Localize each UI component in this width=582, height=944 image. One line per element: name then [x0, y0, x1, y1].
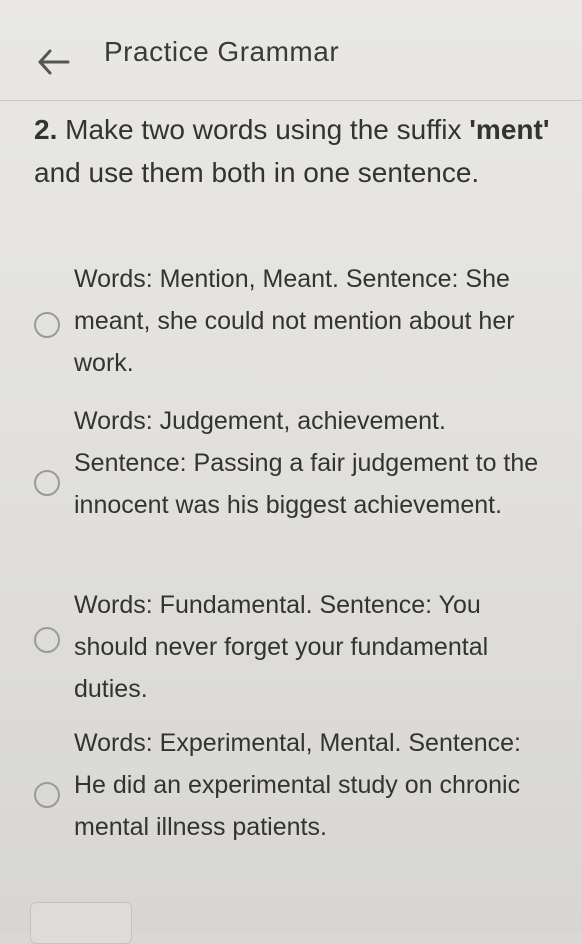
arrow-left-icon: [38, 49, 70, 75]
answer-option-1[interactable]: Words: Mention, Meant. Sentence: She mea…: [34, 258, 554, 384]
question-text: 2. Make two words using the suffix 'ment…: [34, 108, 554, 194]
answer-option-2[interactable]: Words: Judgement, achievement. Sentence:…: [34, 400, 554, 568]
answer-option-3[interactable]: Words: Fundamental. Sentence: You should…: [34, 584, 554, 710]
option-label-1: Words: Mention, Meant. Sentence: She mea…: [74, 265, 515, 377]
answer-option-4[interactable]: Words: Experimental, Mental. Sentence: H…: [34, 722, 554, 890]
radio-button-option-1[interactable]: [34, 312, 60, 338]
question-text-after: and use them both in one sentence.: [34, 157, 480, 188]
back-button[interactable]: [34, 40, 74, 80]
radio-button-option-4[interactable]: [34, 782, 60, 808]
question-text-before: Make two words using the suffix: [57, 114, 470, 145]
option-label-4: Words: Experimental, Mental. Sentence: H…: [74, 729, 521, 841]
app-header: Practice Grammar: [0, 0, 582, 101]
bottom-action-button[interactable]: [30, 902, 132, 944]
question-number: 2.: [34, 114, 58, 145]
question-keyword: 'ment': [469, 114, 550, 145]
radio-button-option-2[interactable]: [34, 470, 60, 496]
screen: Practice Grammar 2. Make two words using…: [0, 0, 582, 944]
option-label-2: Words: Judgement, achievement. Sentence:…: [74, 407, 539, 519]
page-title: Practice Grammar: [104, 36, 340, 67]
radio-button-option-3[interactable]: [34, 627, 60, 653]
option-label-3: Words: Fundamental. Sentence: You should…: [74, 591, 489, 703]
